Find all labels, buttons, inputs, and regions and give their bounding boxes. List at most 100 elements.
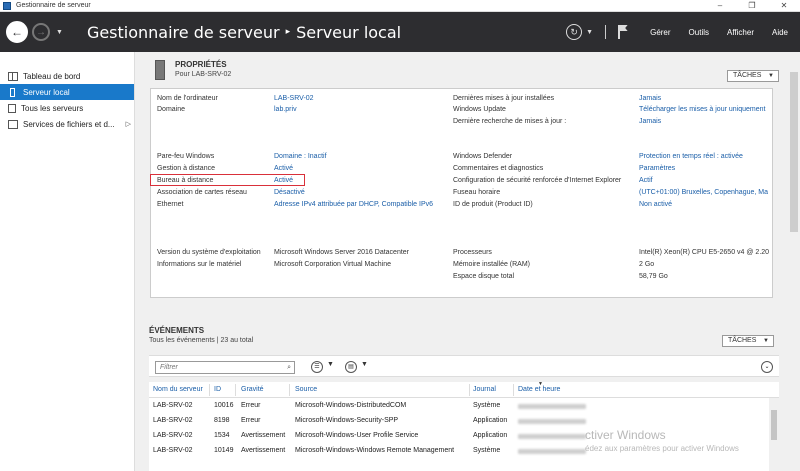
- menu-manage[interactable]: Gérer: [650, 28, 670, 37]
- prop-label-product-id: ID de produit (Product ID): [453, 201, 533, 208]
- prop-value-computer-name[interactable]: LAB-SRV-02: [274, 95, 314, 102]
- prop-value-ie-esc[interactable]: Actif: [639, 177, 653, 184]
- cell-id: 8198: [214, 417, 230, 424]
- col-source[interactable]: Source: [295, 386, 317, 393]
- cell-severity: Avertissement: [241, 447, 286, 454]
- cell-log: Application: [473, 432, 508, 439]
- prop-label-domain: Domaine: [157, 106, 186, 113]
- prop-value-timezone[interactable]: (UTC+01:00) Bruxelles, Copenhague, Ma: [639, 189, 768, 196]
- prop-value-defender[interactable]: Protection en temps réel : activée: [639, 153, 743, 160]
- save-query-icon[interactable]: ▤: [345, 361, 357, 373]
- tasks-label: TÂCHES: [728, 337, 757, 344]
- prop-value-windows-update[interactable]: Télécharger les mises à jour uniquement: [639, 106, 765, 113]
- prop-label-os-version: Version du système d'exploitation: [157, 249, 261, 256]
- server-manager-app-icon: [3, 1, 11, 10]
- sidebar-item-local-server[interactable]: Serveur local: [0, 84, 134, 100]
- col-datetime[interactable]: ▼ Date et heure: [518, 381, 560, 393]
- refresh-icon[interactable]: ↻: [566, 24, 583, 40]
- column-divider: [513, 384, 514, 396]
- main-scrollbar[interactable]: [788, 52, 800, 471]
- list-options-dropdown-icon[interactable]: ▼: [327, 361, 334, 368]
- prop-value-last-updates[interactable]: Jamais: [639, 95, 661, 102]
- prop-label-ethernet: Ethernet: [157, 201, 184, 208]
- cell-severity: Erreur: [241, 402, 261, 409]
- prop-label-disk: Espace disque total: [453, 273, 515, 280]
- cell-severity: Avertissement: [241, 432, 286, 439]
- window-titlebar: Gestionnaire de serveur – ❐ ✕: [0, 0, 800, 12]
- notifications-flag-icon[interactable]: [618, 25, 630, 39]
- properties-title: PROPRIÉTÉS: [175, 60, 227, 69]
- activation-watermark-line1: ctiver Windows: [585, 428, 666, 442]
- back-button[interactable]: ←: [6, 21, 28, 43]
- forward-button[interactable]: →: [32, 23, 50, 41]
- close-button[interactable]: ✕: [768, 0, 800, 12]
- expand-arrow-icon[interactable]: ▷: [126, 120, 131, 128]
- prop-value-domain[interactable]: lab.priv: [274, 106, 297, 113]
- forward-arrow-icon: →: [36, 26, 46, 38]
- prop-value-disk: 58,79 Go: [639, 273, 668, 280]
- table-scrollbar-thumb[interactable]: [771, 410, 777, 440]
- prop-value-product-id[interactable]: Non activé: [639, 201, 672, 208]
- prop-label-computer-name: Nom de l'ordinateur: [157, 95, 218, 102]
- server-icon: [10, 87, 15, 97]
- prop-label-defender: Windows Defender: [453, 153, 513, 160]
- minimize-button[interactable]: –: [704, 0, 736, 12]
- prop-label-windows-update: Windows Update: [453, 106, 506, 113]
- refresh-dropdown-icon[interactable]: ▼: [586, 29, 593, 36]
- col-severity[interactable]: Gravité: [241, 386, 264, 393]
- app-header: ← → ▼ Gestionnaire de serveur ▸ Serveur …: [0, 12, 800, 52]
- properties-header: PROPRIÉTÉS Pour LAB-SRV-02 TÂCHES ▼: [149, 56, 779, 86]
- servers-icon: [8, 103, 16, 113]
- col-server-name[interactable]: Nom du serveur: [153, 386, 203, 393]
- column-divider: [209, 384, 210, 396]
- sidebar-item-dashboard[interactable]: Tableau de bord: [0, 68, 134, 84]
- maximize-button[interactable]: ❐: [736, 0, 768, 12]
- properties-tasks-button[interactable]: TÂCHES ▼: [727, 70, 779, 82]
- history-dropdown-icon[interactable]: ▼: [56, 29, 63, 36]
- prop-value-remote-management[interactable]: Activé: [274, 165, 293, 172]
- cell-id: 1534: [214, 432, 230, 439]
- cell-datetime-redacted: [518, 404, 586, 409]
- events-subtitle: Tous les événements | 23 au total: [149, 337, 254, 344]
- sidebar-item-label: Tous les serveurs: [21, 103, 84, 113]
- list-options-icon[interactable]: ☰: [311, 361, 323, 373]
- table-row[interactable]: LAB-SRV-02 1534 Avertissement Microsoft-…: [149, 429, 769, 444]
- prop-label-firewall: Pare-feu Windows: [157, 153, 215, 160]
- table-scrollbar[interactable]: [769, 398, 779, 471]
- filter-input[interactable]: Filtrer ⌕: [155, 361, 295, 374]
- column-divider: [469, 384, 470, 396]
- prop-value-nic-teaming[interactable]: Désactivé: [274, 189, 305, 196]
- menu-view[interactable]: Afficher: [727, 28, 754, 37]
- prop-value-ram: 2 Go: [639, 261, 655, 268]
- cell-severity: Erreur: [241, 417, 261, 424]
- sidebar-item-all-servers[interactable]: Tous les serveurs: [0, 100, 134, 116]
- cell-datetime-redacted: [518, 419, 586, 424]
- table-row[interactable]: LAB-SRV-02 8198 Erreur Microsoft-Windows…: [149, 414, 769, 429]
- sidebar-item-file-services[interactable]: Services de fichiers et d... ▷: [0, 116, 134, 132]
- prop-value-last-check[interactable]: Jamais: [639, 118, 661, 125]
- breadcrumb-root[interactable]: Gestionnaire de serveur: [87, 23, 280, 42]
- scrollbar-thumb[interactable]: [790, 72, 798, 232]
- prop-label-timezone: Fuseau horaire: [453, 189, 501, 196]
- cell-source: Microsoft-Windows-Windows Remote Managem…: [295, 447, 455, 454]
- prop-value-feedback[interactable]: Paramètres: [639, 165, 675, 172]
- activation-watermark-line2: édez aux paramètres pour activer Windows: [585, 444, 739, 453]
- prop-value-ethernet[interactable]: Adresse IPv4 attribuée par DHCP, Compati…: [274, 201, 433, 208]
- col-id[interactable]: ID: [214, 386, 221, 393]
- col-log[interactable]: Journal: [473, 386, 496, 393]
- menu-tools[interactable]: Outils: [689, 28, 709, 37]
- prop-label-hardware: Informations sur le matériel: [157, 261, 242, 268]
- prop-value-firewall[interactable]: Domaine : Inactif: [274, 153, 327, 160]
- cell-datetime-redacted: [518, 449, 586, 454]
- menu-help[interactable]: Aide: [772, 28, 788, 37]
- header-divider: [605, 25, 607, 39]
- events-tasks-button[interactable]: TÂCHES ▼: [722, 335, 774, 347]
- events-title: ÉVÉNEMENTS: [149, 326, 205, 335]
- breadcrumb-separator-icon: ▸: [285, 27, 291, 37]
- expand-collapse-icon[interactable]: ⌄: [761, 361, 773, 373]
- sidebar-item-label: Tableau de bord: [23, 71, 81, 81]
- prop-label-remote-management: Gestion à distance: [157, 165, 215, 172]
- table-row[interactable]: LAB-SRV-02 10016 Erreur Microsoft-Window…: [149, 399, 769, 414]
- save-query-dropdown-icon[interactable]: ▼: [361, 361, 368, 368]
- column-divider: [289, 384, 290, 396]
